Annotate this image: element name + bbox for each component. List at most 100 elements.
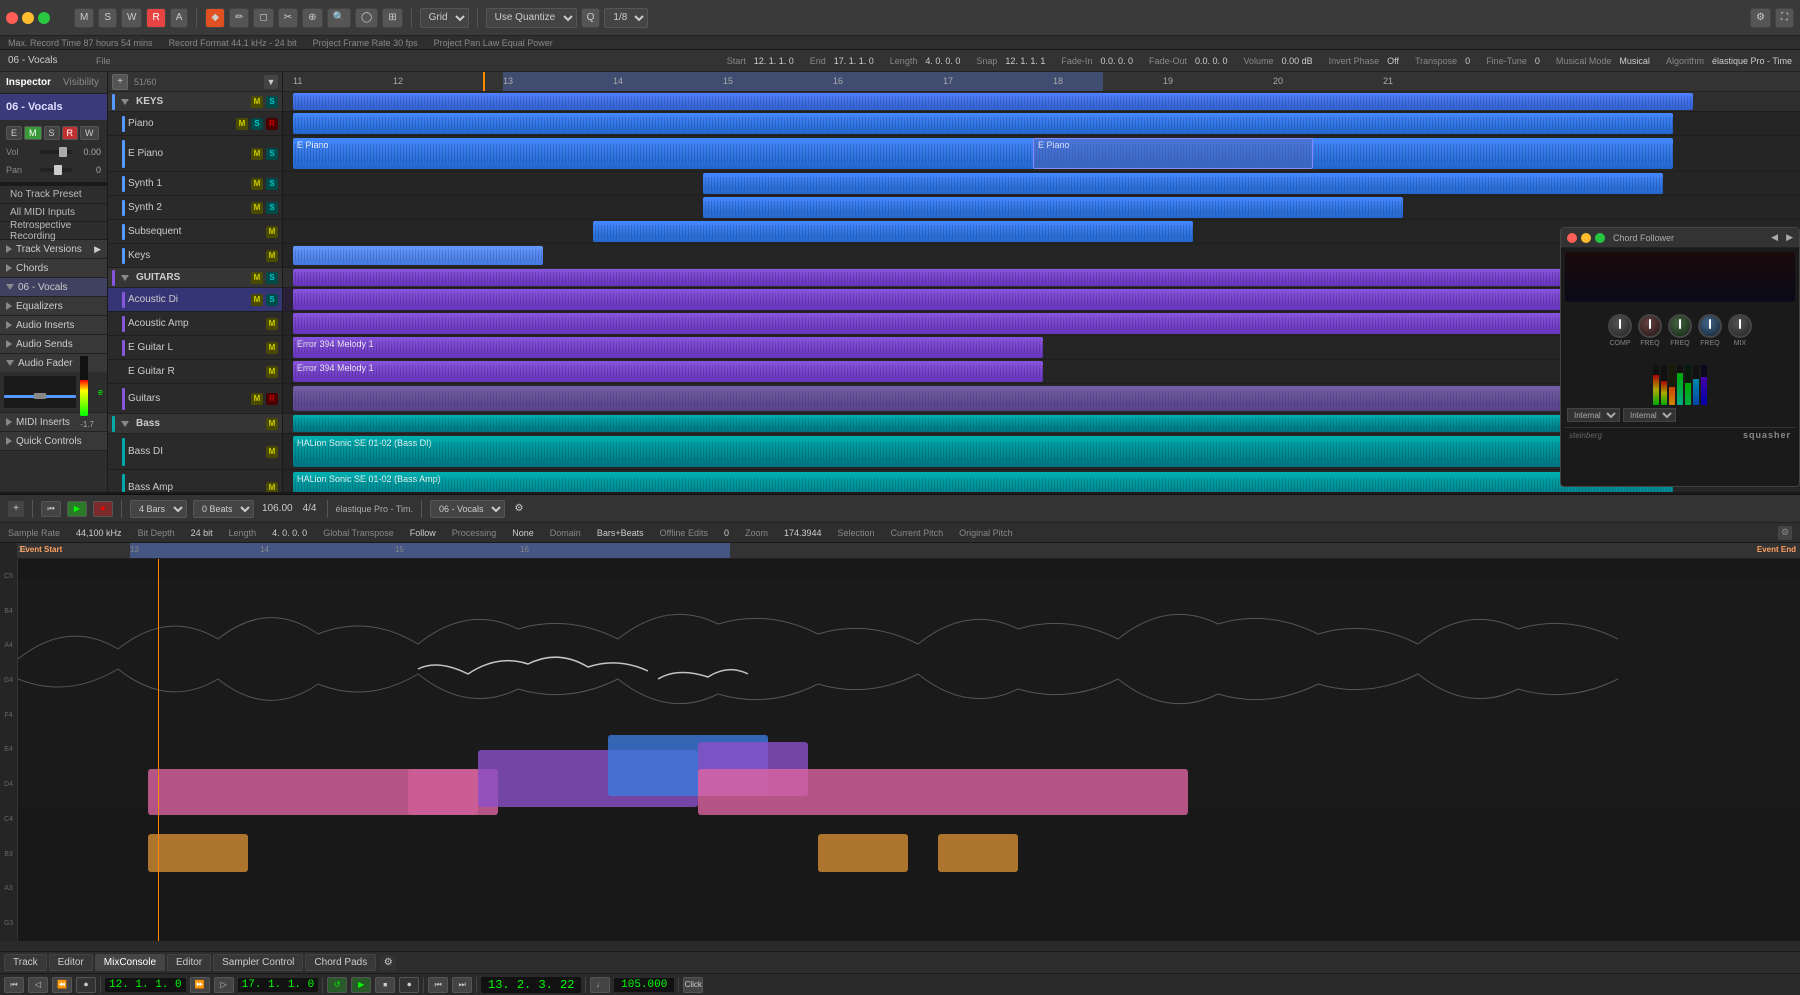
insp-btn-s[interactable]: S — [44, 126, 60, 140]
track-row-epiano[interactable]: E Piano M S — [108, 136, 282, 172]
track-row-subsequent[interactable]: Subsequent M — [108, 220, 282, 244]
clip-bass-di[interactable]: HALion Sonic SE 01-02 (Bass DI) — [293, 436, 1673, 467]
inspector-no-preset[interactable]: No Track Preset — [0, 186, 107, 204]
track-filter-btn[interactable]: ▼ — [264, 75, 278, 89]
tr-next[interactable]: ⏭ — [452, 977, 472, 993]
mode-a[interactable]: A — [170, 8, 189, 28]
plugin-prev-btn[interactable]: ◀ — [1771, 232, 1778, 243]
keys-group-header[interactable]: KEYS M S — [108, 92, 282, 112]
tr-ffw[interactable]: ⏩ — [190, 977, 210, 993]
audio-inserts-header[interactable]: Audio Inserts — [0, 316, 107, 334]
clip-acoustic-amp[interactable] — [293, 313, 1673, 334]
knob-5[interactable] — [1728, 314, 1752, 338]
bt-settings-btn[interactable]: ⚙ — [511, 501, 527, 517]
lane-piano[interactable] — [283, 112, 1800, 136]
quick-controls-header[interactable]: Quick Controls — [0, 432, 107, 450]
close-btn[interactable] — [6, 12, 18, 24]
tr-tempo-track-btn[interactable]: ♩ — [590, 977, 610, 993]
clip-epiano[interactable]: E Piano — [293, 138, 1673, 169]
guitars-group-header[interactable]: GUITARS M S — [108, 268, 282, 288]
plugin-next-btn[interactable]: ▶ — [1786, 232, 1793, 243]
tr-cycle-back[interactable]: ◁ — [28, 977, 48, 993]
tab-editor[interactable]: Editor — [49, 954, 93, 971]
tab-settings-btn[interactable]: ⚙ — [380, 955, 396, 971]
bt-play[interactable]: ▶ — [67, 501, 87, 517]
plugin-input-select[interactable]: Internal — [1567, 408, 1620, 422]
guitars-mute[interactable]: M — [251, 272, 263, 284]
clip-bass-amp[interactable]: HALion Sonic SE 01-02 (Bass Amp) — [293, 472, 1673, 492]
tool-mute[interactable]: ◯ — [355, 8, 378, 28]
clip-subsequent[interactable] — [593, 221, 1193, 242]
lane-synth2[interactable] — [283, 196, 1800, 220]
clip-eguitar-r[interactable]: Error 394 Melody 1 — [293, 361, 1043, 382]
guitars-solo[interactable]: S — [266, 272, 278, 284]
piano-mute[interactable]: M — [236, 118, 248, 130]
arrange-area[interactable]: 11 12 13 14 15 16 17 18 19 20 21 — [283, 72, 1800, 492]
epiano-solo[interactable]: S — [266, 148, 278, 160]
minimize-btn[interactable] — [22, 12, 34, 24]
tr-stop-btn[interactable]: ⏹ — [375, 977, 395, 993]
knob-3[interactable] — [1668, 314, 1692, 338]
inspector-retro-rec[interactable]: Retrospective Recording — [0, 222, 107, 240]
insp-btn-e[interactable]: E — [6, 126, 22, 140]
waveform-content[interactable] — [18, 559, 1800, 941]
knob-4[interactable] — [1698, 314, 1722, 338]
equalizers-header[interactable]: Equalizers — [0, 297, 107, 315]
track-row-synth2[interactable]: Synth 2 M S — [108, 196, 282, 220]
plugin-maximize-btn[interactable] — [1595, 233, 1605, 243]
audio-sends-header[interactable]: Audio Sends — [0, 335, 107, 353]
plugin-minimize-btn[interactable] — [1581, 233, 1591, 243]
clip-keys-group[interactable] — [293, 93, 1693, 110]
chords-header[interactable]: Chords — [0, 259, 107, 277]
tr-prev-marker[interactable]: ⏮ — [4, 977, 24, 993]
tab-sampler[interactable]: Sampler Control — [213, 954, 303, 971]
maximize-btn[interactable] — [38, 12, 50, 24]
insp-btn-m[interactable]: M — [24, 126, 42, 140]
piano-rec[interactable]: R — [266, 118, 278, 130]
tab-mixconsole[interactable]: MixConsole — [95, 954, 165, 971]
tool-glue[interactable]: ⊕ — [302, 8, 322, 28]
lane-synth1[interactable] — [283, 172, 1800, 196]
tr-play-btn[interactable]: ▶ — [351, 977, 371, 993]
track-row-piano[interactable]: Piano M S R — [108, 112, 282, 136]
bass-mute[interactable]: M — [266, 418, 278, 430]
bt-record[interactable]: ⏺ — [93, 501, 113, 517]
acoustic-di-solo[interactable]: S — [266, 294, 278, 306]
bass-group-header[interactable]: Bass M — [108, 414, 282, 434]
clip-piano[interactable] — [293, 113, 1673, 134]
insp-btn-r[interactable]: R — [62, 126, 79, 140]
bass-amp-mute[interactable]: M — [266, 482, 278, 493]
tr-click-btn[interactable]: Click — [683, 977, 703, 993]
quantize-select[interactable]: Use Quantize — [486, 8, 577, 28]
knob-2[interactable] — [1638, 314, 1662, 338]
lane-keys-group[interactable] — [283, 92, 1800, 112]
volume-fader[interactable] — [40, 150, 72, 154]
tool-draw[interactable]: ✏ — [229, 8, 249, 28]
clip-acoustic-di[interactable] — [293, 289, 1673, 310]
tab-track[interactable]: Track — [4, 954, 47, 971]
settings-btn[interactable]: ⚙ — [1750, 8, 1771, 28]
tr-prev2[interactable]: ⏮ — [428, 977, 448, 993]
tab-editor2[interactable]: Editor — [167, 954, 211, 971]
clip-keys[interactable] — [293, 246, 543, 265]
plugin-close-btn[interactable] — [1567, 233, 1577, 243]
bottom-add-btn[interactable]: + — [8, 501, 24, 517]
bt-beats-select[interactable]: 0 Beats — [193, 500, 254, 518]
pan-fader[interactable] — [40, 168, 72, 172]
clip-guitars-group[interactable] — [293, 269, 1693, 286]
tool-range[interactable]: ⊞ — [382, 8, 402, 28]
track-row-bass-amp[interactable]: Bass Amp M — [108, 470, 282, 492]
keys-solo[interactable]: S — [266, 96, 278, 108]
audio-fader-visual[interactable] — [4, 376, 76, 408]
synth1-mute[interactable]: M — [251, 178, 263, 190]
mode-s[interactable]: S — [98, 8, 117, 28]
tool-erase[interactable]: ◻ — [253, 8, 273, 28]
synth1-solo[interactable]: S — [266, 178, 278, 190]
track-versions-header[interactable]: Track Versions ▶ — [0, 240, 107, 258]
bt-rewind[interactable]: ⏮ — [41, 501, 61, 517]
guitars-mute2[interactable]: M — [251, 393, 263, 405]
quantize-amount[interactable]: 1/8 — [604, 8, 648, 28]
guitars-rec[interactable]: R — [266, 393, 278, 405]
eguitar-r-mute[interactable]: M — [266, 366, 278, 378]
visibility-tab[interactable]: Visibility — [63, 77, 99, 88]
